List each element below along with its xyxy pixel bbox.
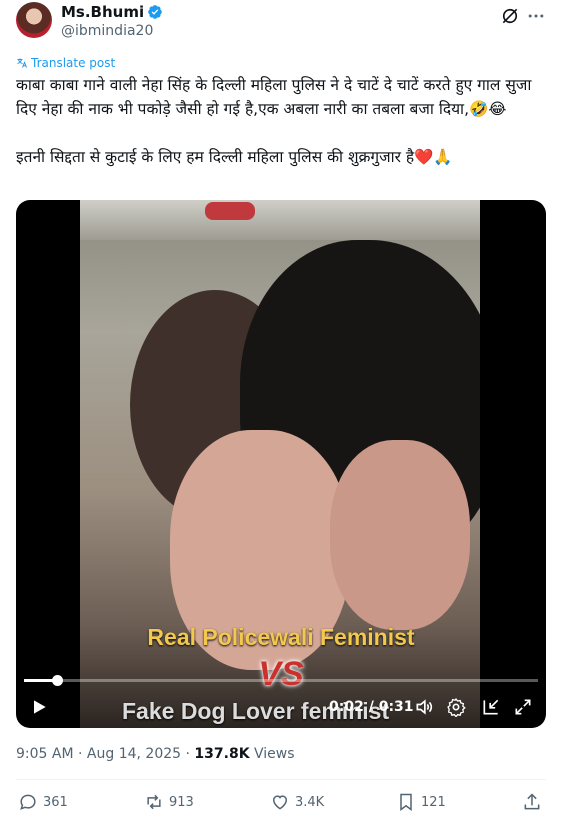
share-icon: [524, 793, 540, 810]
settings-icon[interactable]: [446, 697, 466, 717]
post-header: Ms.Bhumi @ibmindia20: [16, 0, 546, 44]
bookmark-button[interactable]: 121: [396, 792, 446, 812]
post-text: काबा काबा गाने वाली नेहा सिंह के दिल्ली …: [16, 76, 532, 166]
video-scene-detail: [205, 202, 255, 220]
video-duration: 0:31: [378, 699, 414, 715]
heart-icon: [272, 795, 288, 810]
like-count: 3.4K: [295, 794, 325, 810]
volume-icon[interactable]: [414, 697, 434, 717]
repost-icon: [147, 794, 161, 810]
translate-post-link[interactable]: Translate post: [16, 56, 115, 70]
video-controls: 0:02 / 0:31: [16, 687, 546, 727]
translate-icon: [17, 58, 27, 68]
views-label: Views: [254, 746, 295, 762]
repost-count: 913: [169, 794, 194, 810]
video-time-separator: /: [368, 699, 374, 715]
divider: [16, 779, 546, 780]
bookmark-count: 121: [421, 794, 446, 810]
share-button[interactable]: [522, 792, 547, 812]
video-current-time: 0:02: [329, 699, 364, 715]
author-handle[interactable]: @ibmindia20: [61, 22, 153, 40]
video-player[interactable]: Real Policewali Feminist VS Fake Dog Lov…: [16, 200, 546, 728]
more-icon[interactable]: [526, 6, 546, 26]
like-button[interactable]: 3.4K: [270, 792, 324, 812]
fullscreen-icon[interactable]: [513, 697, 533, 717]
play-icon[interactable]: [29, 697, 49, 717]
views-count: 137.8K: [194, 746, 250, 762]
bookmark-icon: [400, 793, 412, 811]
meta-separator: ·: [185, 746, 190, 762]
reply-count: 361: [43, 794, 68, 810]
reply-button[interactable]: 361: [18, 792, 68, 812]
pip-icon[interactable]: [481, 697, 501, 717]
author-name-text[interactable]: Ms.Bhumi: [61, 3, 144, 21]
repost-button[interactable]: 913: [144, 792, 194, 812]
video-time: 0:02 / 0:31: [329, 698, 414, 716]
author-name[interactable]: Ms.Bhumi: [61, 3, 163, 21]
verified-badge-icon: [148, 5, 162, 19]
grok-icon[interactable]: [500, 6, 520, 26]
video-scene-hand-right: [330, 440, 470, 630]
action-bar: 361 913 3.4K 121: [16, 790, 546, 814]
video-scene-ceiling: [80, 200, 480, 240]
reply-icon: [20, 794, 36, 810]
video-progress-bar[interactable]: [24, 675, 538, 686]
video-caption-top: Real Policewali Feminist: [147, 624, 415, 650]
post-date[interactable]: Aug 14, 2025: [87, 746, 181, 762]
post-time[interactable]: 9:05 AM: [16, 746, 74, 762]
translate-label[interactable]: Translate post: [31, 56, 115, 70]
meta-separator: ·: [78, 746, 83, 762]
post-meta: 9:05 AM · Aug 14, 2025 · 137.8K Views: [16, 745, 295, 763]
avatar[interactable]: [16, 2, 52, 38]
